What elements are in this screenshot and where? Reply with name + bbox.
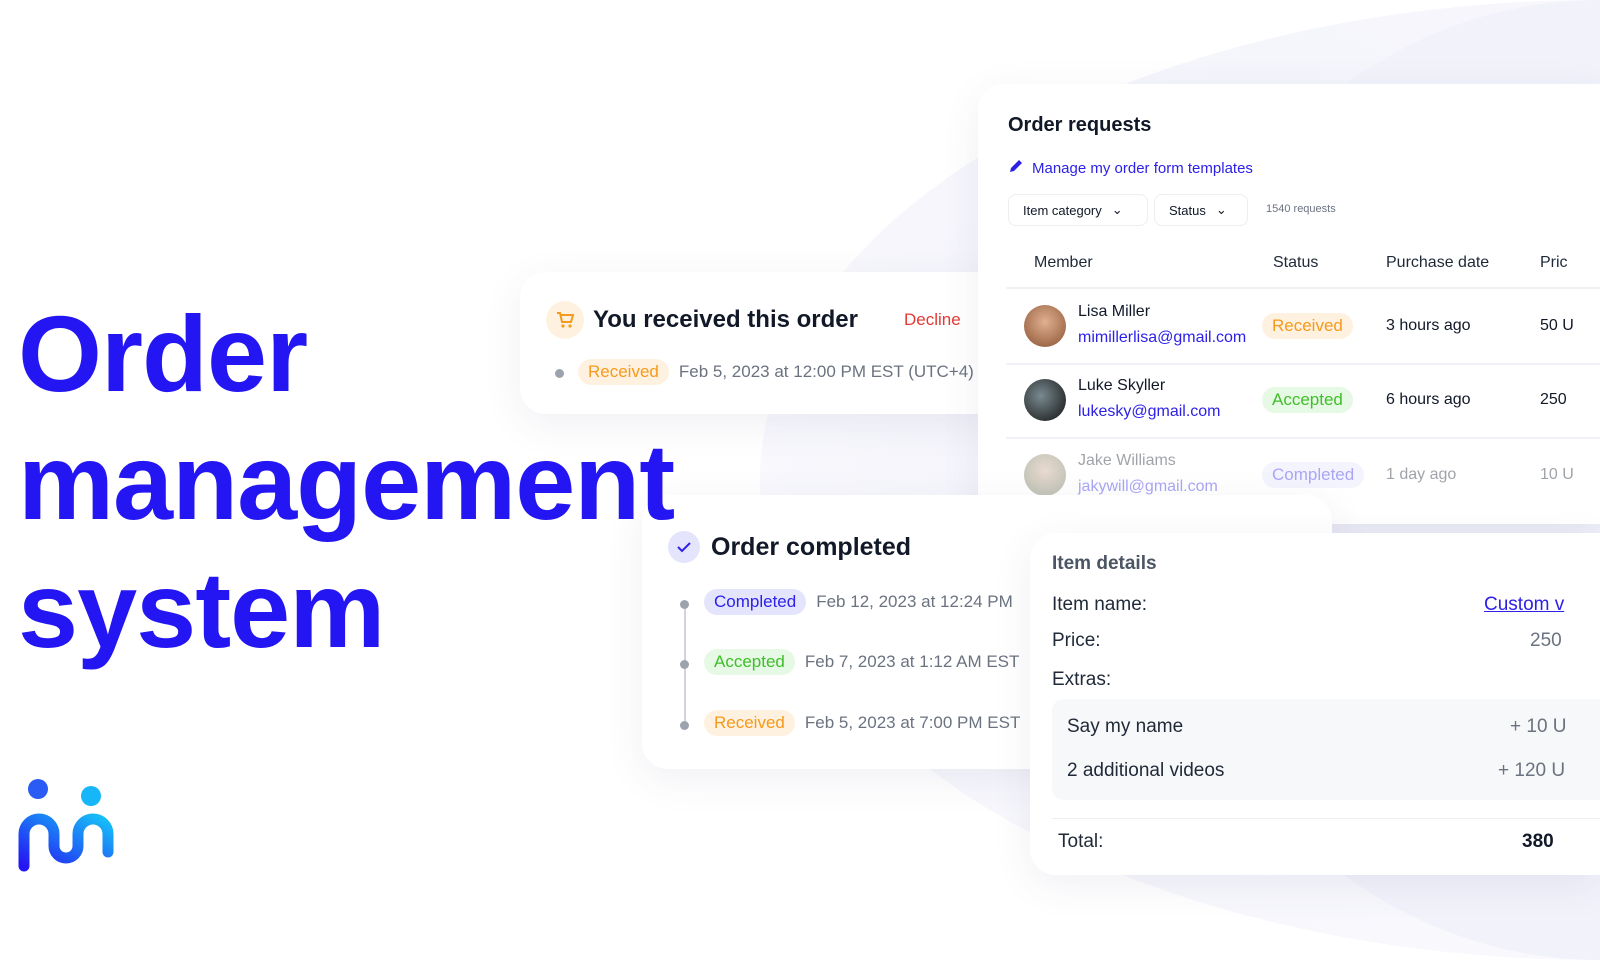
avatar (1024, 454, 1066, 496)
member-email[interactable]: lukesky@gmail.com (1078, 403, 1221, 421)
status-badge: Completed (1262, 462, 1365, 488)
pencil-icon (1008, 158, 1024, 178)
timeline-dot (680, 721, 689, 730)
extra-name: 2 additional videos (1067, 760, 1225, 781)
avatar (1024, 305, 1066, 347)
member-name: Luke Skyller (1078, 377, 1166, 394)
card-title: Order completed (711, 533, 912, 561)
price-label: Price: (1052, 630, 1101, 651)
item-name-link[interactable]: Custom v (1484, 594, 1564, 616)
status-date: Feb 5, 2023 at 12:00 PM EST (UTC+4) (678, 362, 974, 381)
column-header-purchase-date[interactable]: Purchase date (1386, 254, 1489, 272)
manage-templates-link[interactable]: Manage my order form templates (1008, 158, 1253, 178)
brand-logo (16, 776, 116, 881)
price: 250 (1540, 391, 1567, 408)
status-badge: Received (1262, 313, 1353, 339)
filter-label: Item category (1023, 202, 1102, 218)
extras-label: Extras: (1052, 669, 1112, 690)
purchase-date: 6 hours ago (1386, 391, 1471, 408)
column-header-status[interactable]: Status (1273, 254, 1318, 272)
hero-line: Order (18, 293, 308, 414)
chevron-down-icon: ⌄ (1111, 202, 1123, 217)
chevron-down-icon: ⌄ (1215, 202, 1227, 217)
card-title: Order requests (1008, 114, 1152, 136)
status-date: Feb 5, 2023 at 7:00 PM EST (804, 713, 1021, 732)
hero-line: management (18, 421, 675, 542)
member-email[interactable]: mimillerlisa@gmail.com (1078, 329, 1246, 347)
timeline-item: Completed Feb 12, 2023 at 12:24 PM (704, 589, 1013, 615)
divider (1052, 818, 1600, 819)
item-category-filter[interactable]: Item category ⌄ (1008, 194, 1148, 226)
status-badge: Accepted (704, 649, 795, 675)
timeline-dot (680, 600, 689, 609)
price: 50 U (1540, 317, 1574, 334)
order-requests-card: Order requests Manage my order form temp… (978, 84, 1600, 524)
hero-line: system (18, 549, 385, 670)
price: 10 U (1540, 466, 1574, 483)
status-badge: Completed (704, 589, 807, 615)
avatar (1024, 379, 1066, 421)
total-value: 380 (1522, 831, 1554, 852)
timeline-item: Received Feb 5, 2023 at 7:00 PM EST (704, 710, 1020, 736)
member-name: Jake Williams (1078, 452, 1176, 469)
filter-label: Status (1169, 202, 1206, 218)
hero-title: Order management system (18, 290, 675, 674)
extra-price: + 120 U (1498, 760, 1566, 781)
status-badge: Received (704, 710, 795, 736)
card-title: Item details (1052, 553, 1157, 574)
request-count: 1540 requests (1266, 203, 1336, 215)
timeline-item: Accepted Feb 7, 2023 at 1:12 AM EST (704, 649, 1019, 675)
item-details-card: Item details Item name: Custom v Price: … (1030, 533, 1600, 875)
member-name: Lisa Miller (1078, 303, 1151, 320)
extra-name: Say my name (1067, 716, 1184, 737)
status-filter[interactable]: Status ⌄ (1154, 194, 1248, 226)
total-label: Total: (1058, 831, 1104, 852)
status-date: Feb 12, 2023 at 12:24 PM (816, 592, 1013, 611)
timeline-dot (680, 660, 689, 669)
price-value: 250 (1530, 630, 1562, 651)
status-badge: Accepted (1262, 387, 1353, 413)
extra-price: + 10 U (1510, 716, 1567, 737)
column-header-price[interactable]: Pric (1540, 254, 1568, 272)
member-email[interactable]: jakywill@gmail.com (1078, 478, 1218, 496)
link-label: Manage my order form templates (1032, 159, 1253, 177)
purchase-date: 1 day ago (1386, 466, 1457, 483)
table-row[interactable]: Lisa Miller mimillerlisa@gmail.com Recei… (978, 289, 1600, 363)
extras-list: Say my name + 10 U 2 additional videos +… (1052, 699, 1600, 800)
column-header-member[interactable]: Member (1034, 254, 1093, 272)
status-date: Feb 7, 2023 at 1:12 AM EST (804, 652, 1020, 671)
item-name-label: Item name: (1052, 594, 1148, 615)
table-row[interactable]: Luke Skyller lukesky@gmail.com Accepted … (978, 363, 1600, 437)
purchase-date: 3 hours ago (1386, 317, 1471, 334)
decline-button[interactable]: Decline (904, 310, 961, 330)
